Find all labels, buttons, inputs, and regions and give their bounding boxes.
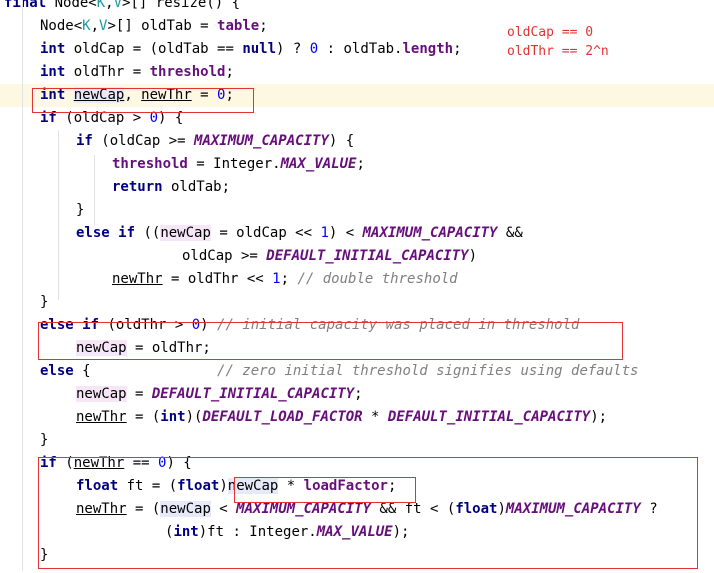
code-token: = Integer. bbox=[187, 156, 281, 172]
code-token: V bbox=[113, 0, 123, 11]
code-line: } bbox=[0, 429, 714, 452]
annotation-old-thr: oldThr == 2^n bbox=[507, 44, 609, 59]
code-line: oldCap >= DEFAULT_INITIAL_CAPACITY) bbox=[0, 245, 714, 268]
code-token: } bbox=[40, 294, 49, 310]
code-line: final Node<K,V>[] resize() { bbox=[0, 0, 714, 15]
code-line: else if ((newCap = oldCap << 1) < MAXIMU… bbox=[0, 222, 714, 245]
code-line: else { // zero initial threshold signifi… bbox=[0, 360, 714, 383]
code-token: >[] oldTab = bbox=[107, 18, 218, 34]
code-token: // zero initial threshold signifies usin… bbox=[217, 363, 639, 379]
code-token: = ( bbox=[126, 409, 161, 425]
code-token: 1 bbox=[272, 271, 281, 287]
code-token: ; bbox=[356, 156, 365, 172]
highlight-box-new-cap-expression bbox=[234, 477, 416, 503]
highlight-box-declaration bbox=[32, 88, 254, 113]
indent-guide bbox=[58, 130, 59, 300]
code-token: int bbox=[40, 64, 66, 80]
code-token: oldTab; bbox=[162, 179, 231, 195]
code-token: DEFAULT_INITIAL_CAPACITY bbox=[151, 386, 355, 402]
code-line: } bbox=[0, 199, 714, 222]
code-token: && bbox=[497, 225, 523, 241]
code-token: newCap bbox=[160, 225, 211, 241]
code-token: oldThr = bbox=[65, 64, 150, 80]
code-token: oldCap >= bbox=[182, 248, 267, 264]
code-token: ) ? bbox=[276, 41, 310, 57]
code-token: (oldCap >= bbox=[92, 133, 195, 149]
code-token: MAX_VALUE bbox=[280, 156, 357, 172]
code-token: MAXIMUM_CAPACITY bbox=[194, 133, 329, 149]
code-line: return oldTab; bbox=[0, 176, 714, 199]
code-token: DEFAULT_INITIAL_CAPACITY bbox=[387, 409, 591, 425]
code-token: Node< bbox=[40, 18, 83, 34]
code-token: ; bbox=[453, 41, 462, 57]
annotation-old-cap: oldCap == 0 bbox=[507, 25, 594, 40]
code-token: newCap bbox=[76, 386, 127, 402]
code-line: newThr = oldThr << 1; // double threshol… bbox=[0, 268, 714, 291]
code-token: 0 bbox=[309, 41, 319, 57]
code-token: K bbox=[82, 18, 91, 34]
code-token: DEFAULT_LOAD_FACTOR bbox=[202, 409, 363, 425]
code-token: { bbox=[73, 363, 218, 379]
code-token: Node< bbox=[46, 0, 97, 11]
code-token: )( bbox=[185, 409, 203, 425]
code-line: newCap = DEFAULT_INITIAL_CAPACITY; bbox=[0, 383, 714, 406]
code-line: threshold = Integer.MAX_VALUE; bbox=[0, 153, 714, 176]
code-line: int oldThr = threshold; bbox=[0, 61, 714, 84]
code-line: if (oldCap >= MAXIMUM_CAPACITY) { bbox=[0, 130, 714, 153]
code-token: ); bbox=[590, 409, 608, 425]
code-token: , bbox=[105, 0, 114, 11]
code-token: } bbox=[76, 202, 85, 218]
indent-guide bbox=[22, 0, 23, 570]
code-token: (( bbox=[135, 225, 161, 241]
code-token: ; bbox=[225, 64, 234, 80]
code-token: 1 bbox=[320, 225, 329, 241]
code-token: , bbox=[90, 18, 100, 34]
code-token: ) < bbox=[328, 225, 363, 241]
code-token: = bbox=[126, 386, 152, 402]
code-token: final bbox=[4, 0, 47, 11]
code-line: newThr = (int)(DEFAULT_LOAD_FACTOR * DEF… bbox=[0, 406, 714, 429]
code-token: } bbox=[40, 432, 49, 448]
code-token: = oldThr << bbox=[162, 271, 273, 287]
indent-guide bbox=[94, 155, 95, 225]
code-line: Node<K,V>[] oldTab = table; bbox=[0, 15, 714, 38]
highlight-box-if-block bbox=[38, 457, 698, 569]
code-token: if bbox=[76, 133, 93, 149]
highlight-box-else-if bbox=[38, 322, 623, 360]
code-token: int bbox=[160, 409, 186, 425]
code-token: ; bbox=[259, 18, 268, 34]
code-token: K bbox=[96, 0, 106, 11]
code-token: newThr bbox=[112, 271, 163, 287]
code-token: newThr bbox=[76, 409, 127, 425]
code-token: >[] resize() { bbox=[122, 0, 241, 11]
code-token: threshold bbox=[149, 64, 226, 80]
code-token: length bbox=[402, 41, 454, 57]
code-token: ) { bbox=[328, 133, 355, 149]
code-token: null bbox=[242, 41, 277, 57]
code-token: * bbox=[362, 409, 388, 425]
code-token: MAXIMUM_CAPACITY bbox=[362, 225, 498, 241]
code-token: return bbox=[112, 179, 163, 195]
code-token: else if bbox=[76, 225, 136, 241]
code-token: int bbox=[40, 41, 66, 57]
code-token: // double threshold bbox=[297, 271, 458, 287]
code-token: table bbox=[217, 18, 260, 34]
code-token: : oldTab. bbox=[318, 41, 403, 57]
code-token: ; bbox=[280, 271, 298, 287]
code-token: threshold bbox=[112, 156, 188, 172]
code-token: = oldCap << bbox=[210, 225, 321, 241]
code-token: oldCap = (oldTab == bbox=[65, 41, 243, 57]
code-line: } bbox=[0, 291, 714, 314]
code-token: DEFAULT_INITIAL_CAPACITY bbox=[266, 248, 469, 264]
code-token: ; bbox=[354, 386, 363, 402]
code-token: else bbox=[40, 363, 74, 379]
code-token: ) bbox=[468, 248, 478, 264]
